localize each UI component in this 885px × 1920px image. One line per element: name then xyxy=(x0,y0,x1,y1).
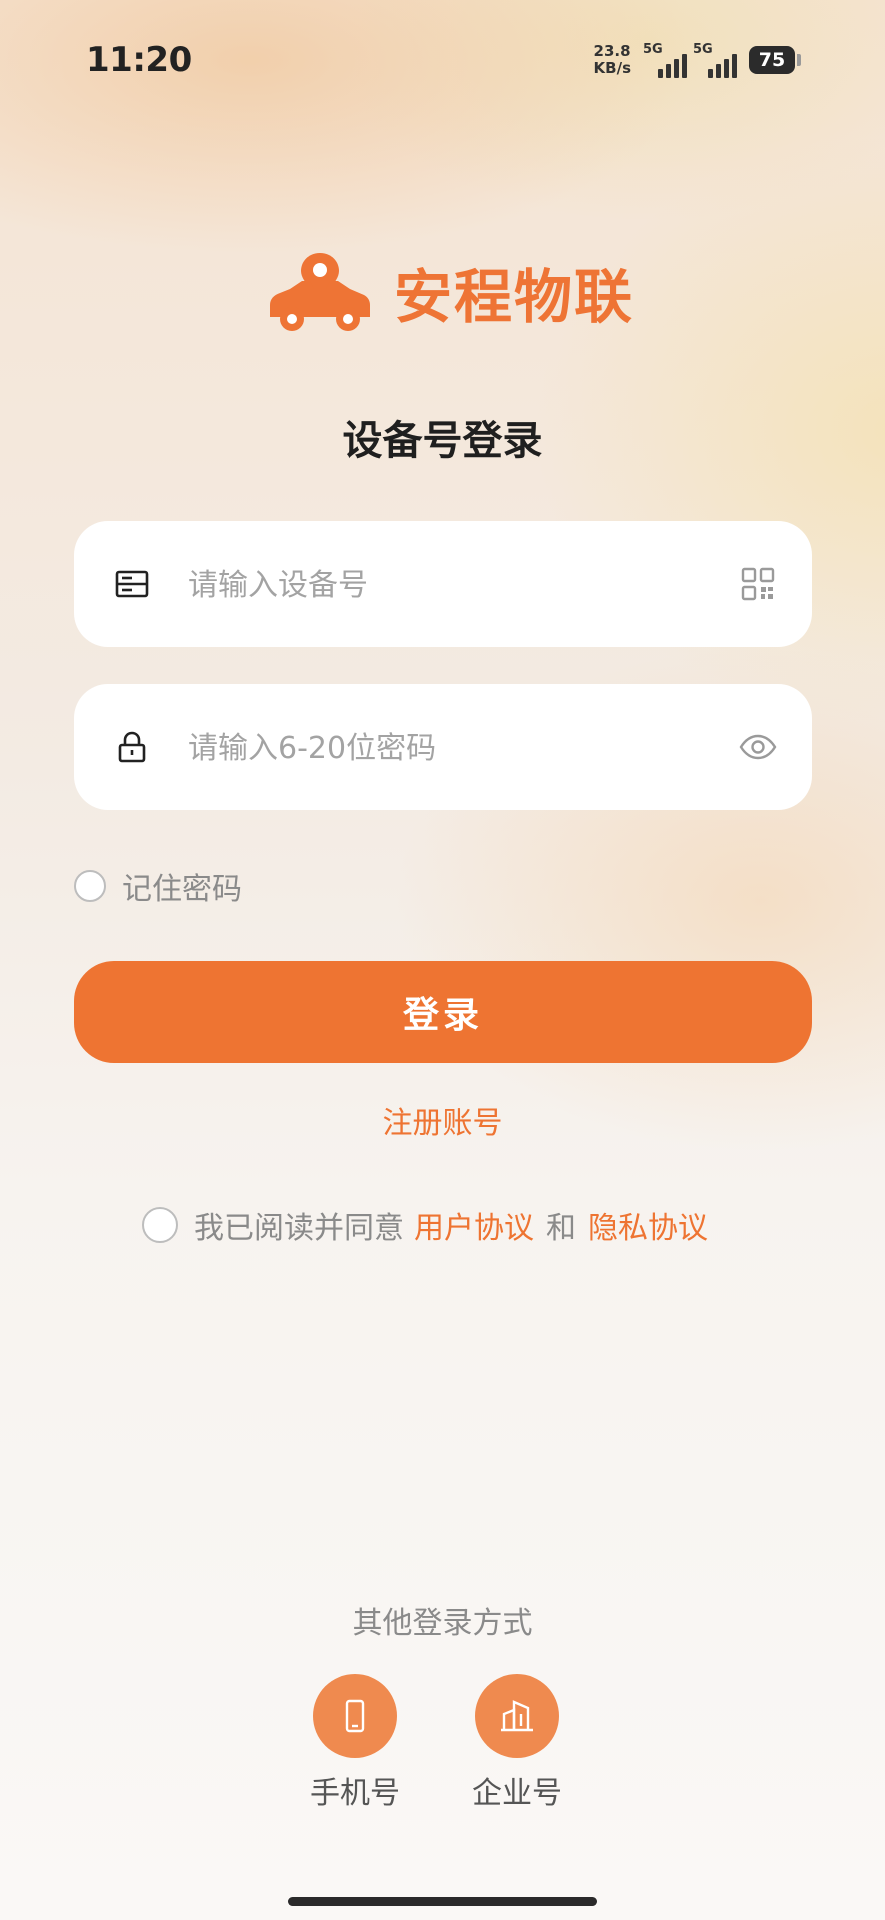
register-link[interactable]: 注册账号 xyxy=(0,1098,885,1142)
battery-level: 75 xyxy=(749,46,795,74)
signal-icon: 5G xyxy=(643,42,687,78)
brand-name: 安程物联 xyxy=(394,263,635,331)
signal-icon: 5G xyxy=(693,42,737,78)
phone-login-label: 手机号 xyxy=(310,1776,400,1811)
device-card-icon xyxy=(115,570,149,598)
enterprise-login-option[interactable]: 企业号 xyxy=(457,1674,577,1812)
lock-icon xyxy=(118,731,146,763)
enterprise-login-button[interactable] xyxy=(475,1674,559,1758)
user-agreement-link[interactable]: 用户协议 xyxy=(414,1203,534,1247)
status-indicators: 23.8 KB/s 5G 5G 75 xyxy=(594,42,801,78)
agreement-text: 我已阅读并同意 xyxy=(194,1211,404,1246)
remember-password-label: 记住密码 xyxy=(122,872,242,907)
network-speed: 23.8 KB/s xyxy=(594,43,631,77)
network-speed-value: 23.8 xyxy=(593,42,631,60)
password-input[interactable] xyxy=(186,714,710,782)
remember-password-checkbox[interactable] xyxy=(74,870,106,902)
page-title: 设备号登录 xyxy=(342,418,543,464)
register-link-label[interactable]: 注册账号 xyxy=(383,1106,503,1141)
network-speed-unit: KB/s xyxy=(593,59,631,77)
device-number-input[interactable] xyxy=(186,551,710,619)
agreement-checkbox[interactable] xyxy=(142,1207,178,1243)
phone-login-option[interactable]: 手机号 xyxy=(295,1674,415,1812)
status-time: 11:20 xyxy=(86,40,192,80)
privacy-agreement-link[interactable]: 隐私协议 xyxy=(588,1203,708,1247)
agreement-conjunction: 和 xyxy=(546,1211,576,1246)
building-icon xyxy=(501,1700,533,1732)
home-indicator[interactable] xyxy=(288,1897,597,1906)
login-button[interactable]: 登录 xyxy=(74,961,812,1063)
other-login-title: 其他登录方式 xyxy=(352,1606,533,1641)
qr-scan-icon[interactable] xyxy=(738,564,778,604)
password-field[interactable] xyxy=(74,684,812,810)
device-number-field[interactable] xyxy=(74,521,812,647)
car-location-pin-icon xyxy=(270,253,370,331)
phone-icon xyxy=(345,1699,365,1733)
eye-icon[interactable] xyxy=(738,727,778,767)
remember-password-toggle[interactable]: 记住密码 xyxy=(74,864,242,908)
battery-icon: 75 xyxy=(749,46,801,74)
agreement-row: 我已阅读并同意 用户协议 和 隐私协议 xyxy=(142,1203,708,1247)
phone-login-button[interactable] xyxy=(313,1674,397,1758)
brand-logo: 安程物联 xyxy=(268,250,634,334)
enterprise-login-label: 企业号 xyxy=(472,1776,562,1811)
login-screen: 11:20 23.8 KB/s 5G 5G 75 安程物联 设备号登录 请输入设… xyxy=(0,0,885,1920)
